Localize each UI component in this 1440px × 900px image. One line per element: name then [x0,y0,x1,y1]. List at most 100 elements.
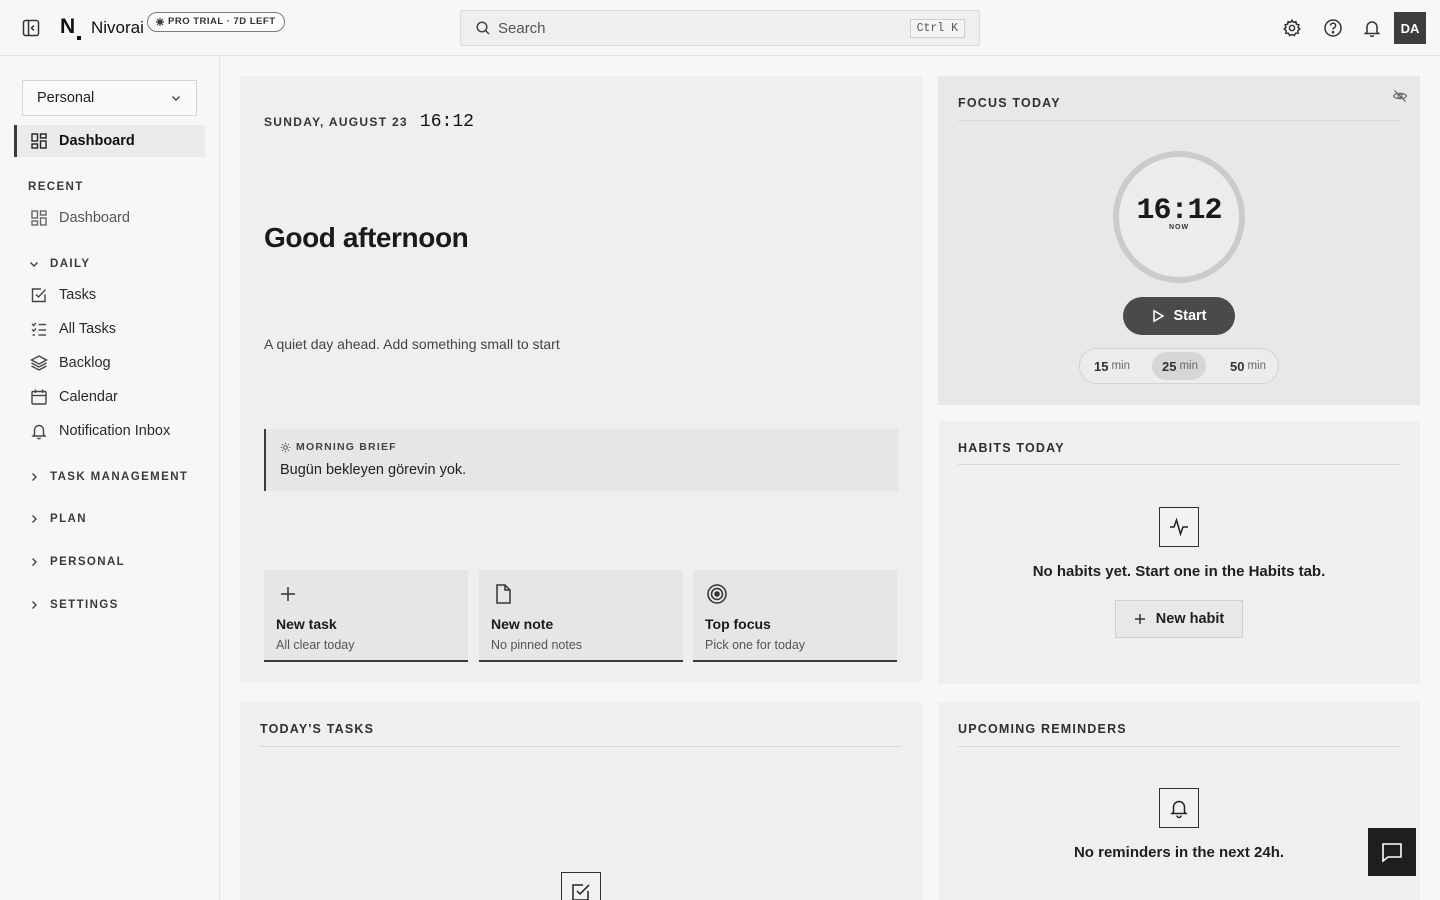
trial-badge[interactable]: PRO TRIAL · 7D LEFT [147,12,285,32]
app-logo[interactable]: N [60,14,82,40]
trial-badge-text: PRO TRIAL · 7D LEFT [168,16,276,27]
section-toggle-personal[interactable]: PERSONAL [28,556,125,568]
sidebar-item-dashboard[interactable]: Dashboard [14,125,205,157]
bell-icon [30,422,48,440]
sidebar: Personal Dashboard RECENT Dashboard DAIL… [0,56,220,900]
habits-empty-text: No habits yet. Start one in the Habits t… [1032,563,1326,580]
sidebar-item-all-tasks[interactable]: All Tasks [14,313,205,345]
current-time: 16:12 [419,112,474,132]
checkbox-icon [561,872,601,900]
section-toggle-plan[interactable]: PLAN [28,513,87,525]
plus-icon [1134,613,1146,625]
search-placeholder: Search [498,19,546,37]
app-name[interactable]: Nivorai [91,18,144,38]
quick-action-top-focus[interactable]: Top focus Pick one for today [693,570,897,662]
user-avatar[interactable]: DA [1394,12,1426,44]
date-line: SUNDAY, AUGUST 23 16:12 [264,112,474,132]
focus-card: FOCUS TODAY 16:12 NOW Start 15 min 25 mi… [938,76,1420,405]
recent-item-dashboard[interactable]: Dashboard [14,202,205,234]
quick-action-subtitle: No pinned notes [491,638,583,652]
habits-card: HABITS TODAY No habits yet. Start one in… [938,421,1420,684]
sidebar-item-label: Dashboard [59,210,130,226]
sidebar-toggle-icon[interactable] [21,18,41,38]
note-icon [491,582,515,606]
chevron-down-icon [28,258,40,270]
duration-unit: min [1247,360,1266,372]
divider [260,746,902,747]
chat-button[interactable] [1368,828,1416,876]
chevron-right-icon [28,513,40,525]
duration-25[interactable]: 25 min [1152,352,1206,380]
quick-action-subtitle: All clear today [276,638,355,652]
morning-brief-label-text: MORNING BRIEF [296,441,397,453]
section-toggle-daily[interactable]: DAILY [28,258,90,270]
section-toggle-settings[interactable]: SETTINGS [28,599,119,611]
divider [958,120,1400,121]
sparkle-icon [156,18,164,26]
current-date: SUNDAY, AUGUST 23 [264,115,408,129]
duration-50[interactable]: 50 min [1220,352,1274,380]
section-label: SETTINGS [50,599,119,611]
activity-icon [1159,507,1199,547]
todays-tasks-title: TODAY'S TASKS [260,722,375,736]
quick-action-new-note[interactable]: New note No pinned notes [479,570,683,662]
top-bar: N Nivorai PRO TRIAL · 7D LEFT Search Ctr… [0,0,1440,56]
layers-icon [30,354,48,372]
divider [958,746,1400,747]
sidebar-item-label: Notification Inbox [59,423,171,439]
new-habit-button[interactable]: New habit [1115,600,1243,638]
quick-action-new-task[interactable]: New task All clear today [264,570,468,662]
section-label: PLAN [50,513,87,525]
eye-off-icon[interactable] [1392,88,1408,104]
habits-title: HABITS TODAY [958,441,1065,455]
list-check-icon [30,320,48,338]
sidebar-item-calendar[interactable]: Calendar [14,381,205,413]
calendar-icon [30,388,48,406]
play-icon [1151,309,1165,323]
sidebar-item-notification-inbox[interactable]: Notification Inbox [14,415,205,447]
search-shortcut: Ctrl K [909,18,965,38]
bell-icon[interactable] [1362,18,1382,38]
todays-tasks-card: TODAY'S TASKS [240,702,922,900]
greeting-subtitle: A quiet day ahead. Add something small t… [264,336,560,352]
help-icon[interactable] [1323,18,1343,38]
section-toggle-task-management[interactable]: TASK MANAGEMENT [28,471,188,483]
duration-value: 50 [1230,358,1245,374]
sidebar-item-label: Tasks [59,287,97,303]
sidebar-item-backlog[interactable]: Backlog [14,347,205,379]
start-label: Start [1173,308,1207,324]
search-bar[interactable]: Search Ctrl K [460,10,980,46]
focus-clock-label: NOW [1168,224,1190,231]
sidebar-item-tasks[interactable]: Tasks [14,279,205,311]
checkbox-icon [30,286,48,304]
morning-brief-text: Bugün bekleyen görevin yok. [280,462,467,478]
morning-brief: MORNING BRIEF Bugün bekleyen görevin yok… [264,429,898,491]
search-icon [475,20,491,36]
quick-action-title: New note [491,616,554,632]
section-label-recent: RECENT [28,181,84,193]
plus-icon [276,582,300,606]
start-focus-button[interactable]: Start [1123,297,1235,335]
morning-brief-label: MORNING BRIEF [280,441,397,453]
section-label: PERSONAL [50,556,126,568]
quick-action-subtitle: Pick one for today [705,638,806,652]
greeting-title: Good afternoon [264,222,469,253]
chevron-right-icon [28,471,40,483]
section-label: TASK MANAGEMENT [50,471,189,483]
quick-action-title: New task [276,616,337,632]
grid-icon [30,132,48,150]
workspace-select-value: Personal [37,90,95,106]
duration-value: 15 [1094,358,1109,374]
workspace-select[interactable]: Personal [22,80,197,116]
duration-unit: min [1179,360,1198,372]
settings-icon[interactable] [1282,18,1302,38]
duration-value: 25 [1162,358,1177,374]
chevron-right-icon [28,556,40,568]
duration-15[interactable]: 15 min [1084,352,1138,380]
new-habit-label: New habit [1155,611,1225,627]
quick-action-title: Top focus [705,616,771,632]
focus-clock: 16:12 [1136,194,1222,228]
divider [958,464,1400,465]
focus-title: FOCUS TODAY [958,96,1061,110]
duration-selector: 15 min 25 min 50 min [1079,348,1279,384]
